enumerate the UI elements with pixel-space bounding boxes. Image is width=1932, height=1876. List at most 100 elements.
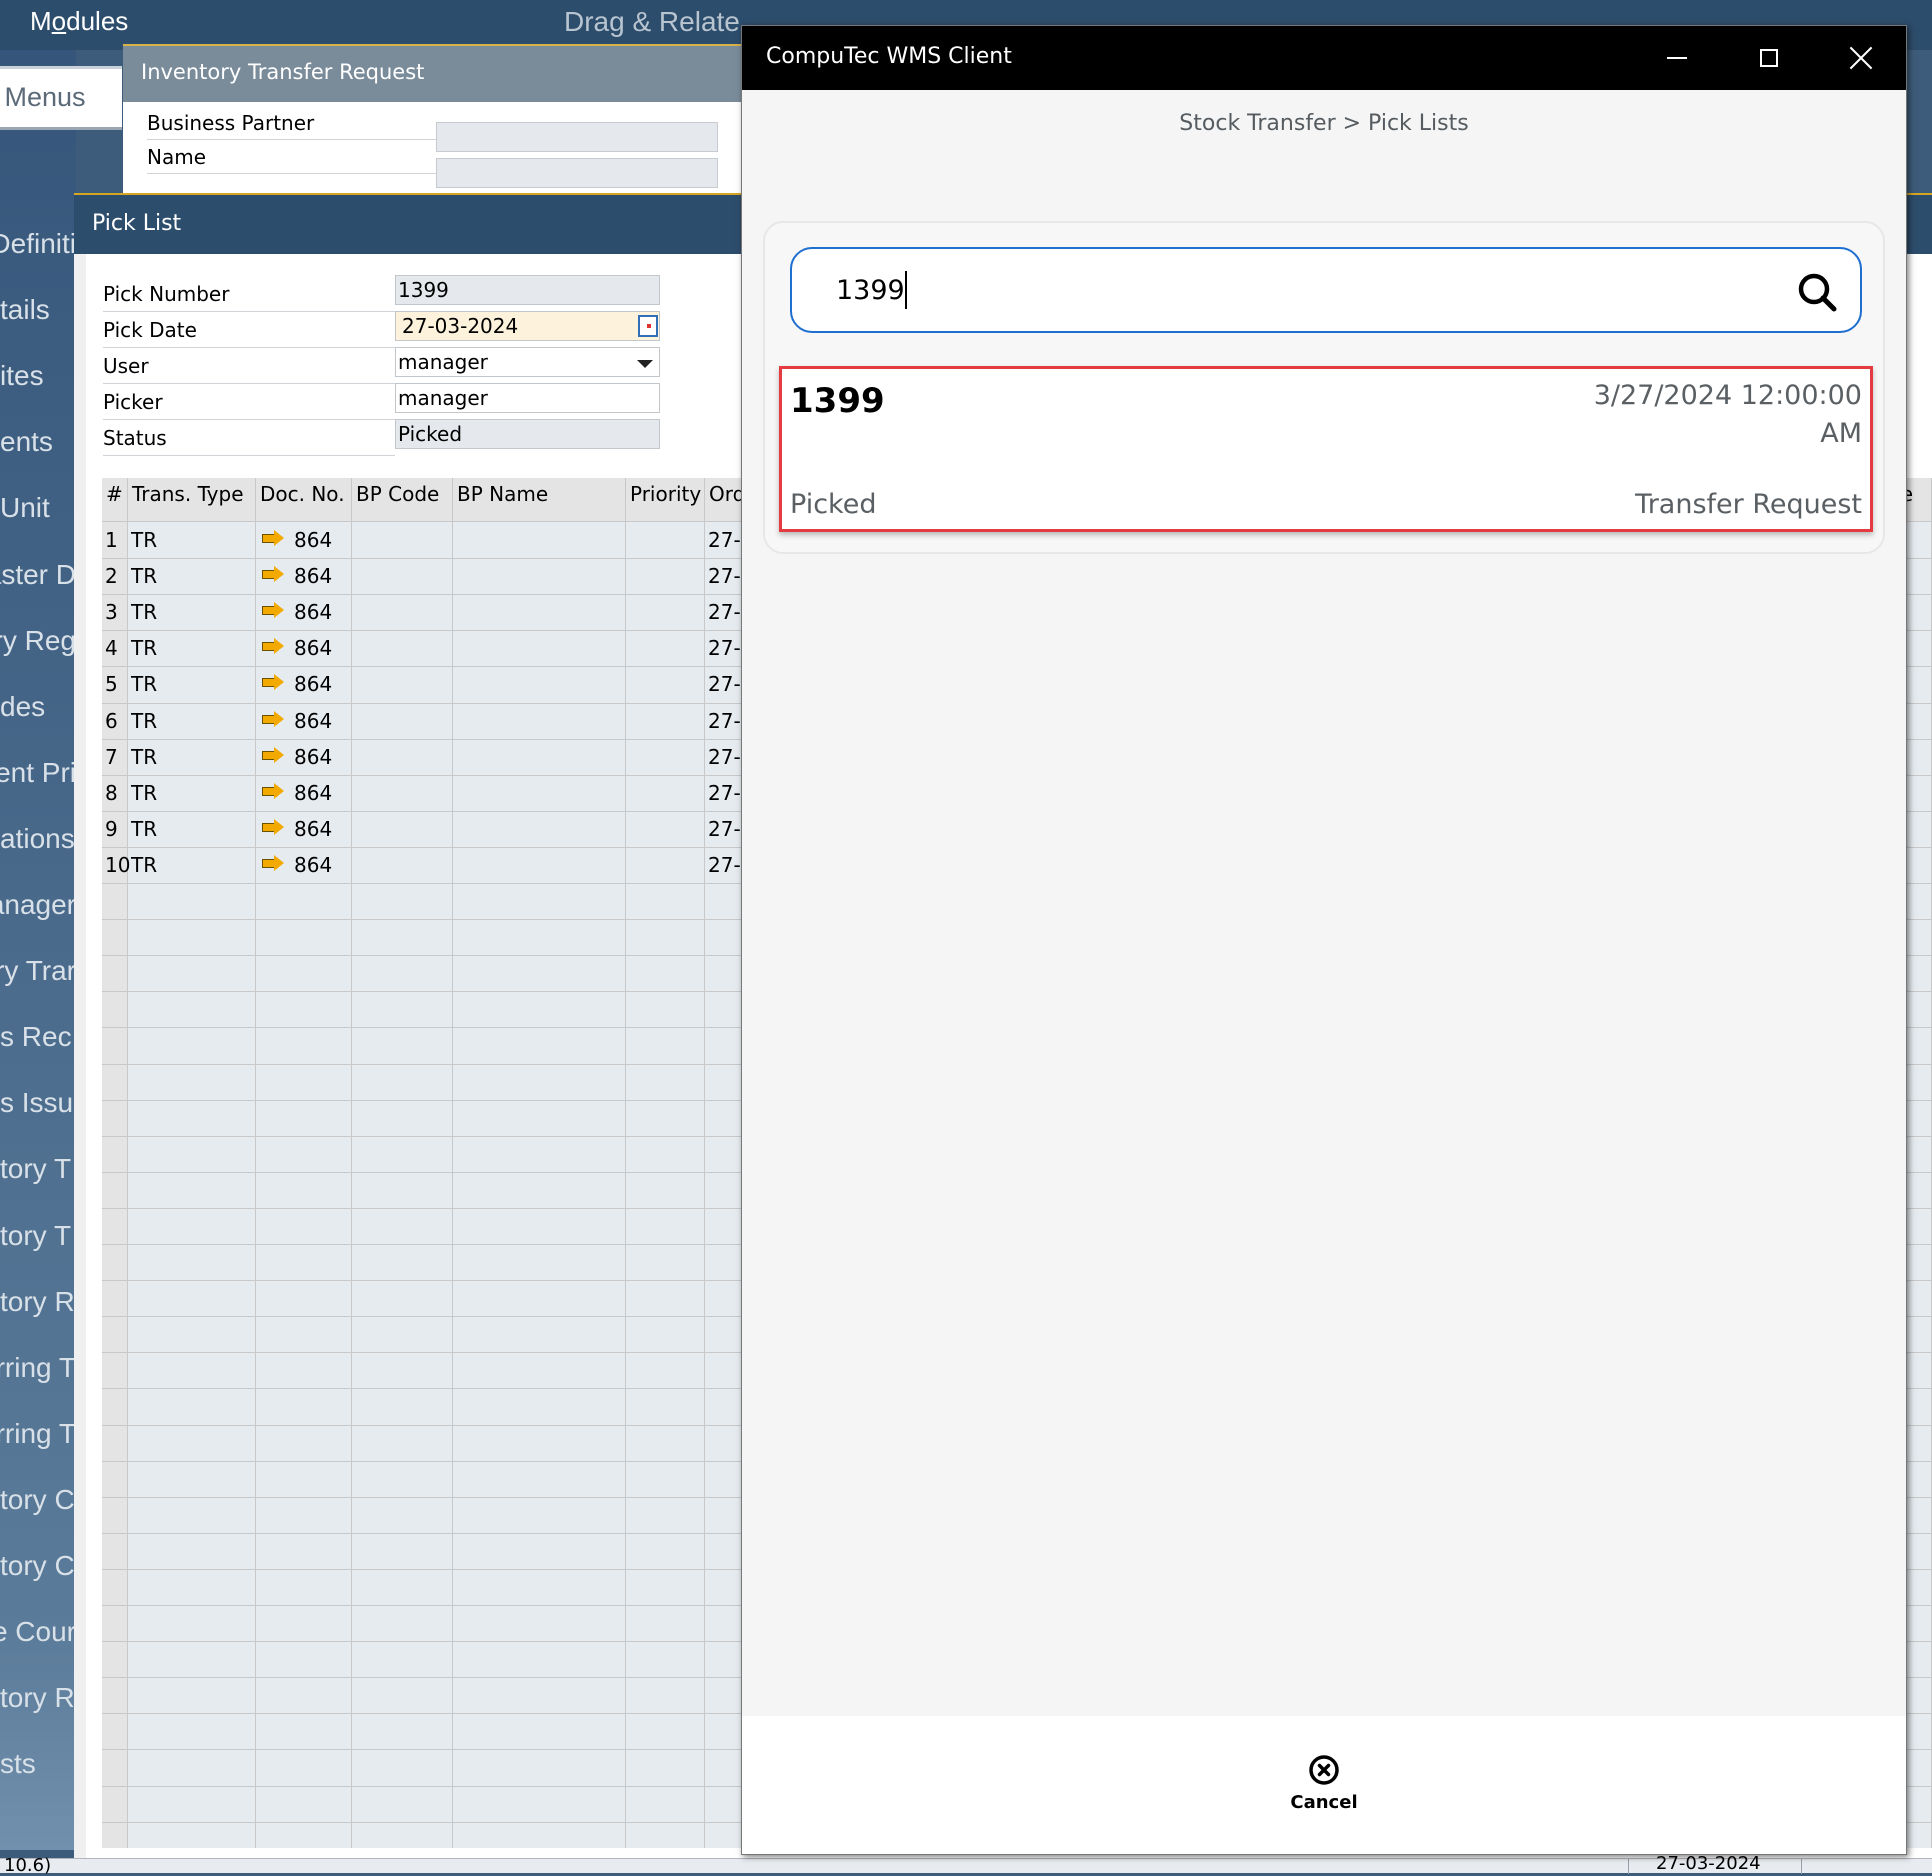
status-date: 27-03-2024 <box>1656 1853 1761 1874</box>
search-input[interactable] <box>836 267 1736 313</box>
breadcrumb: Stock Transfer > Pick Lists <box>1179 111 1469 136</box>
pick-number-label: Pick Number <box>103 276 395 312</box>
doc-no-value: 864 <box>294 708 333 733</box>
link-arrow-icon[interactable] <box>262 674 284 691</box>
sidebar-menu-item-label: ations <box>0 822 75 854</box>
link-arrow-icon[interactable] <box>262 854 284 871</box>
pick-list-window-title: Pick List <box>92 211 182 236</box>
sidebar-menu-item-label: tails <box>0 294 50 326</box>
result-type: Transfer Request <box>1635 489 1862 520</box>
itr-title-bar[interactable]: Inventory Transfer Request <box>123 46 763 102</box>
link-arrow-icon[interactable] <box>262 530 284 546</box>
row-number: 7 <box>105 744 118 769</box>
sidebar-menu-item-label: tory C <box>0 1483 75 1515</box>
close-button[interactable] <box>1815 26 1907 90</box>
close-icon <box>1849 46 1873 70</box>
wms-footer: Cancel <box>742 1716 1906 1854</box>
grid-column-header[interactable]: BP Code <box>352 478 453 522</box>
sidebar-menu-item[interactable]: sts <box>0 1748 76 1780</box>
menus-label: o Menus <box>0 82 86 112</box>
text-caret <box>905 271 907 309</box>
search-box[interactable] <box>790 247 1862 333</box>
sidebar-menu-item[interactable]: ry Reg <box>0 625 76 657</box>
calendar-icon[interactable] <box>638 315 658 337</box>
sidebar-menu-item[interactable]: tory C <box>0 1550 76 1582</box>
trans-type-cell: TR <box>131 672 158 697</box>
status-bar: 10.6) 27-03-2024 <box>0 1853 1932 1876</box>
grid-column-header[interactable]: Priority <box>626 478 705 522</box>
doc-no-value: 864 <box>294 528 333 552</box>
sidebar-menu-item[interactable]: tails <box>0 294 76 326</box>
cancel-button[interactable]: Cancel <box>1274 1754 1374 1834</box>
user-dropdown[interactable]: manager <box>395 347 660 377</box>
status-field[interactable]: Picked <box>395 419 660 449</box>
link-arrow-icon[interactable] <box>262 638 284 655</box>
sidebar-menu-item[interactable]: tory R <box>0 1682 76 1714</box>
doc-no-cell: 864 <box>262 528 332 552</box>
sidebar-menu-item[interactable]: Definiti <box>0 228 76 260</box>
link-arrow-icon[interactable] <box>262 602 284 619</box>
link-arrow-icon[interactable] <box>262 710 284 727</box>
sidebar-menu-item-label: ry Reg <box>0 624 76 656</box>
doc-no-value: 864 <box>294 636 333 661</box>
sidebar-menu-item-label: ry Trar <box>0 955 76 987</box>
trans-type-cell: TR <box>131 564 158 589</box>
sidebar-menu-item[interactable]: Unit <box>0 492 76 524</box>
trans-type-cell: TR <box>131 708 158 733</box>
sidebar-menu-item[interactable]: ent Pri <box>0 757 76 789</box>
sidebar-menu-item[interactable]: tory T <box>0 1153 76 1185</box>
pick-list-result-item[interactable]: 1399 3/27/2024 12:00:00 AM Picked Transf… <box>779 366 1873 532</box>
grid-column-header[interactable]: # <box>102 478 128 522</box>
link-arrow-icon[interactable] <box>262 782 284 799</box>
sidebar-menu-item[interactable]: des <box>0 691 76 723</box>
sidebar-menu-item-label: aster D <box>0 558 76 590</box>
modules-label-part: dules <box>66 6 129 36</box>
sidebar-menu-item-label: ites <box>0 360 44 392</box>
picker-field[interactable]: manager <box>395 383 660 413</box>
name-label: Name <box>147 140 437 174</box>
business-partner-field[interactable] <box>436 122 718 152</box>
doc-no-cell: 864 <box>262 600 332 624</box>
sidebar-menu-item[interactable]: ents <box>0 426 76 458</box>
sidebar-menu-item[interactable]: s Rec <box>0 1021 76 1053</box>
link-arrow-icon[interactable] <box>262 746 284 763</box>
sidebar-menu-item[interactable]: ations <box>0 823 76 855</box>
doc-no-value: 864 <box>294 600 333 625</box>
menus-tab[interactable]: o Menus <box>0 66 122 130</box>
doc-no-value: 864 <box>294 564 333 589</box>
minimize-button[interactable] <box>1631 26 1723 90</box>
link-arrow-icon[interactable] <box>262 818 284 835</box>
maximize-button[interactable] <box>1723 26 1815 90</box>
grid-column-header[interactable]: BP Name <box>453 478 626 522</box>
modules-tab[interactable]: Modules <box>30 6 128 37</box>
sidebar-menu-item[interactable]: s Issu <box>0 1087 76 1119</box>
sidebar-menu-item[interactable]: tory R <box>0 1286 76 1318</box>
trans-type-cell: TR <box>131 780 158 805</box>
sidebar-menu-item[interactable]: ites <box>0 360 76 392</box>
sidebar-menu-item[interactable]: ry Trar <box>0 955 76 987</box>
link-arrow-icon[interactable] <box>262 566 284 583</box>
chevron-down-icon[interactable] <box>637 360 653 368</box>
pick-number-field[interactable]: 1399 <box>395 275 660 305</box>
sidebar-menu-item[interactable]: e Cour <box>0 1616 76 1648</box>
grid-column-header[interactable]: Doc. No. <box>256 478 352 522</box>
sidebar-menu-item[interactable]: tory T <box>0 1220 76 1252</box>
doc-no-cell: 864 <box>262 781 332 805</box>
wms-title-bar[interactable]: CompuTec WMS Client <box>742 26 1906 90</box>
search-icon[interactable] <box>1796 271 1838 313</box>
result-pick-number: 1399 <box>790 381 885 421</box>
sidebar-menu-item-label: tory T <box>0 1219 72 1251</box>
doc-no-cell: 864 <box>262 709 332 733</box>
sidebar-menu-item[interactable]: aster D <box>0 559 76 591</box>
status-label: Status <box>103 420 395 456</box>
sidebar-menu-item[interactable]: tory C <box>0 1484 76 1516</box>
sidebar-menu-item[interactable]: rring T <box>0 1418 76 1450</box>
business-partner-label: Business Partner <box>147 106 437 140</box>
sidebar-menu-item[interactable]: rring T <box>0 1352 76 1384</box>
sidebar-menu-item[interactable]: anager <box>0 889 76 921</box>
grid-column-header[interactable]: Trans. Type <box>128 478 256 522</box>
pick-date-field[interactable]: 27-03-2024 <box>395 311 660 341</box>
drag-relate-tab[interactable]: Drag & Relate <box>564 6 740 38</box>
name-field[interactable] <box>436 158 718 188</box>
itr-window-title: Inventory Transfer Request <box>141 60 425 84</box>
